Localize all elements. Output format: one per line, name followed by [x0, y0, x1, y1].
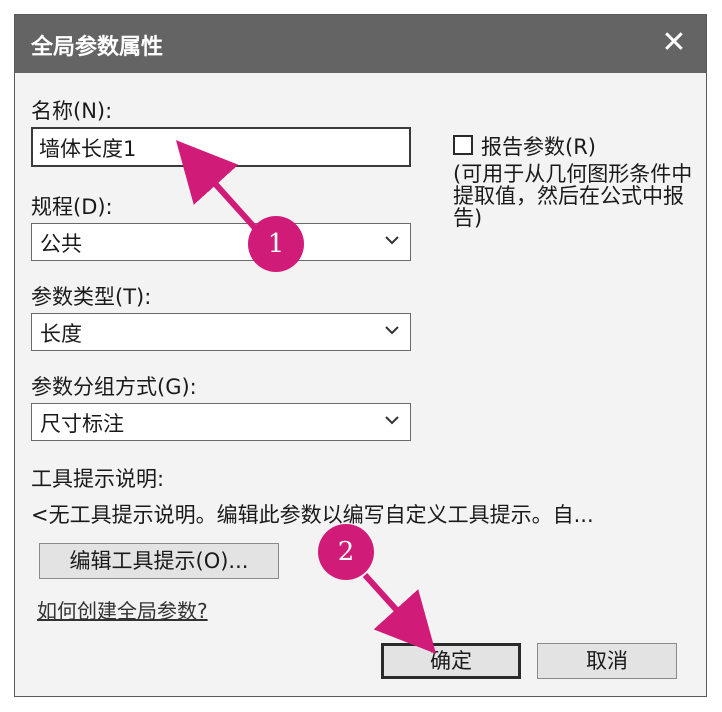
annotation-marker-1: 1 [248, 216, 304, 272]
report-parameter-label[interactable]: 报告参数(R) [481, 131, 596, 161]
chevron-down-icon [385, 416, 399, 425]
group-by-select[interactable]: 尺寸标注 [31, 403, 411, 441]
tooltip-label: 工具提示说明: [31, 467, 165, 491]
group-by-select-value: 尺寸标注 [40, 412, 124, 436]
chevron-down-icon [385, 326, 399, 335]
report-parameter-checkbox[interactable] [453, 135, 473, 155]
discipline-select[interactable]: 公共 [31, 223, 411, 261]
report-parameter-note: (可用于从几何图形条件中提取值，然后在公式中报告) [453, 162, 693, 230]
parameter-type-select-value: 长度 [40, 322, 82, 346]
title-bar: 全局参数属性 ✕ [15, 15, 706, 73]
name-input-value: 墙体长度1 [39, 137, 137, 161]
tooltip-text: <无工具提示说明。编辑此参数以编写自定义工具提示。自... [31, 503, 594, 527]
annotation-marker-2: 2 [318, 524, 374, 580]
dialog-title: 全局参数属性 [31, 35, 164, 60]
cancel-button[interactable]: 取消 [537, 643, 677, 679]
name-label: 名称(N): [31, 99, 113, 123]
global-parameter-dialog: 全局参数属性 ✕ 名称(N): 墙体长度1 报告参数(R) (可用于从几何图形条… [14, 14, 707, 697]
parameter-type-select[interactable]: 长度 [31, 313, 411, 351]
parameter-type-label: 参数类型(T): [31, 285, 152, 309]
edit-tooltip-button[interactable]: 编辑工具提示(O)... [39, 543, 279, 579]
name-input[interactable]: 墙体长度1 [31, 127, 411, 167]
close-icon[interactable]: ✕ [656, 23, 692, 63]
discipline-select-value: 公共 [40, 232, 82, 256]
chevron-down-icon [385, 236, 399, 245]
help-link[interactable]: 如何创建全局参数? [37, 595, 208, 624]
discipline-label: 规程(D): [31, 195, 113, 219]
group-by-label: 参数分组方式(G): [31, 375, 197, 399]
ok-button[interactable]: 确定 [381, 643, 521, 679]
